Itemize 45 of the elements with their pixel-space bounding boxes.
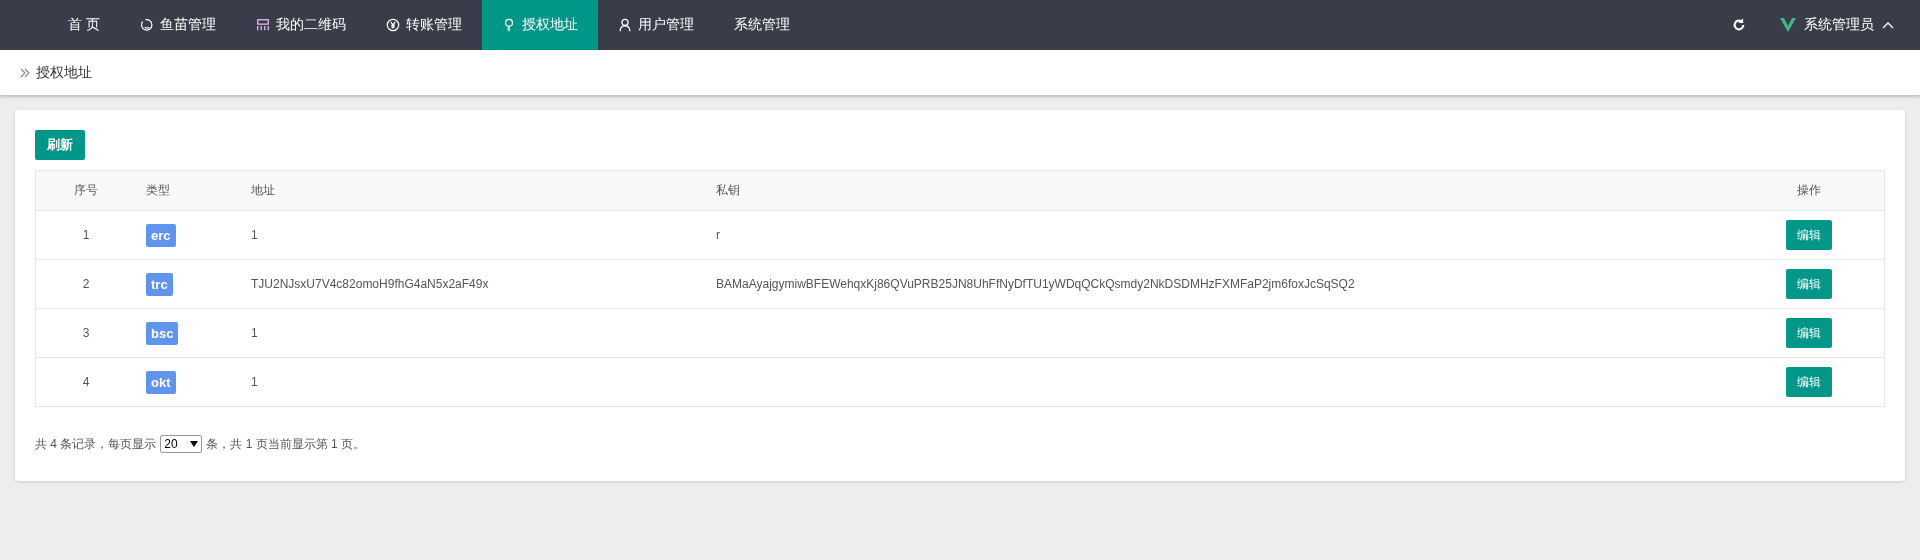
nav-tab[interactable]: 授权地址 bbox=[481, 0, 598, 50]
nav-tab[interactable]: 我的二维码 bbox=[235, 0, 366, 50]
edit-button[interactable]: 编辑 bbox=[1786, 220, 1832, 250]
nav-tab[interactable]: 首 页 bbox=[48, 0, 120, 50]
table-cell: 3 bbox=[35, 308, 136, 358]
smile-icon bbox=[139, 18, 154, 32]
table-cell: 1 bbox=[241, 210, 706, 260]
caret-up-icon bbox=[1882, 21, 1894, 29]
column-header: 序号 bbox=[35, 170, 136, 211]
pagination-text: 条，共 1 页当前显示第 1 页。 bbox=[206, 435, 366, 453]
breadcrumb: 授权地址 bbox=[36, 63, 92, 82]
table-cell: r bbox=[706, 210, 1734, 260]
logo-icon bbox=[1780, 18, 1796, 32]
column-header: 私钥 bbox=[706, 170, 1734, 211]
type-tag: bsc bbox=[146, 321, 179, 345]
table-cell: 4 bbox=[35, 357, 136, 407]
edit-button[interactable]: 编辑 bbox=[1786, 367, 1832, 397]
table-cell: 1 bbox=[35, 210, 136, 260]
nav-tab[interactable]: 转账管理 bbox=[365, 0, 482, 50]
grid-icon bbox=[255, 18, 270, 32]
nav-tab[interactable]: 鱼苗管理 bbox=[119, 0, 236, 50]
table-cell: 2 bbox=[35, 259, 136, 309]
nav-tab[interactable]: 用户管理 bbox=[597, 0, 714, 50]
type-tag: okt bbox=[146, 370, 176, 394]
yen-icon bbox=[385, 18, 400, 32]
edit-button[interactable]: 编辑 bbox=[1786, 269, 1832, 299]
table-cell: TJU2NJsxU7V4c82omoH9fhG4aN5x2aF49x bbox=[241, 259, 706, 309]
type-tag: erc bbox=[146, 223, 176, 247]
user-icon bbox=[617, 18, 632, 32]
column-header: 操作 bbox=[1734, 170, 1885, 211]
type-tag: trc bbox=[146, 272, 173, 296]
refresh-icon[interactable] bbox=[1732, 18, 1746, 32]
dropdown-icon bbox=[190, 441, 199, 447]
table-cell: BAMaAyajgymiwBFEWehqxKj86QVuPRB25JN8UhFfNyDfTU1yWDqQCkQsmdy2NkDSDMHzFXMFaP2jm6foxJcSqSQ2 bbox=[706, 259, 1734, 309]
user-menu[interactable]: 系统管理员 bbox=[1780, 16, 1894, 34]
pagination-text: 共 4 条记录，每页显示 bbox=[35, 435, 157, 453]
refresh-button[interactable]: 刷新 bbox=[35, 130, 85, 160]
double-chevron-icon bbox=[20, 67, 30, 78]
table-cell: 1 bbox=[241, 357, 706, 407]
nav-tab[interactable]: 系统管理 bbox=[713, 0, 810, 50]
page-size-select[interactable]: 20 bbox=[160, 435, 203, 453]
table-cell: 1 bbox=[241, 308, 706, 358]
column-header: 类型 bbox=[136, 170, 241, 211]
edit-button[interactable]: 编辑 bbox=[1786, 318, 1832, 348]
column-header: 地址 bbox=[241, 170, 706, 211]
